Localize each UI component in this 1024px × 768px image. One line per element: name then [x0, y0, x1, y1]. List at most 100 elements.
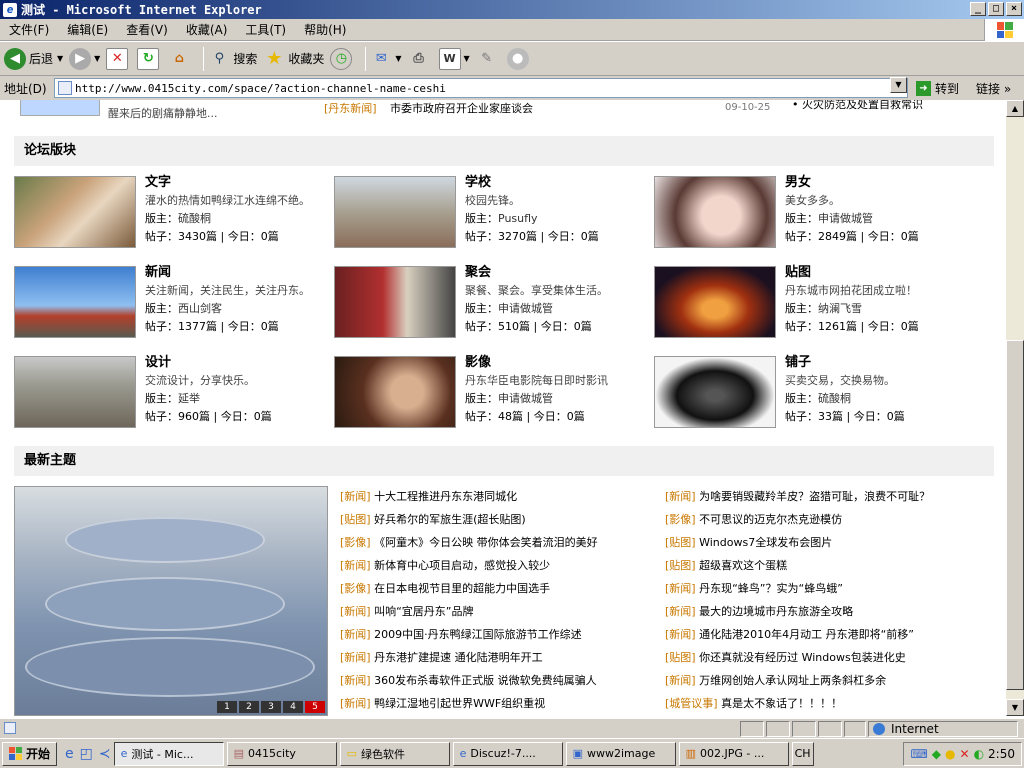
taskbar-task[interactable]: ▭ 绿色软件: [339, 741, 450, 766]
forum-thumbnail[interactable]: [654, 266, 776, 338]
forum-thumbnail[interactable]: [334, 266, 456, 338]
keyboard-icon[interactable]: ⌨: [910, 747, 927, 761]
forum-thumbnail[interactable]: [14, 356, 136, 428]
pager-item[interactable]: 3: [261, 701, 281, 713]
maximize-button[interactable]: □: [988, 2, 1004, 16]
topic-title[interactable]: 通化陆港2010年4月动工 丹东港即将“前移”: [699, 628, 914, 641]
topic-tag[interactable]: [贴图]: [665, 651, 696, 664]
forum-thumbnail[interactable]: [654, 356, 776, 428]
topic-tag[interactable]: [影像]: [340, 582, 371, 595]
topic-tag[interactable]: [新闻]: [340, 605, 371, 618]
shield-icon[interactable]: ◆: [932, 747, 941, 761]
forum-thumbnail[interactable]: [334, 356, 456, 428]
language-indicator[interactable]: CH: [791, 741, 814, 766]
topic-tag[interactable]: [新闻]: [340, 651, 371, 664]
topic-tag[interactable]: [新闻]: [340, 697, 371, 710]
forum-moderator[interactable]: 延举: [178, 392, 200, 405]
menu-help[interactable]: 帮助(H): [295, 21, 355, 38]
forum-moderator[interactable]: 硫酸桐: [818, 392, 851, 405]
forum-name[interactable]: 新闻: [145, 264, 345, 282]
topic-title[interactable]: 超级喜欢这个蛋糕: [699, 559, 787, 572]
forum-name[interactable]: 聚会: [465, 264, 665, 282]
taskbar-task[interactable]: ▥ 002.JPG - ...: [678, 741, 789, 766]
home-button[interactable]: ⌂: [168, 47, 193, 70]
pager-item[interactable]: 2: [239, 701, 259, 713]
topic-title[interactable]: 真是太不象话了！！！！: [721, 697, 842, 710]
topic-tag[interactable]: [贴图]: [340, 513, 371, 526]
forum-moderator[interactable]: 纳澜飞雪: [818, 302, 862, 315]
messenger-button[interactable]: ●: [506, 47, 532, 70]
topic-tag[interactable]: [城管议事]: [665, 697, 718, 710]
partial-left-text[interactable]: 醒来后的剧痛静静地...: [108, 105, 218, 121]
minimize-button[interactable]: _: [970, 2, 986, 16]
forum-name[interactable]: 学校: [465, 174, 665, 192]
taskbar-task[interactable]: ▣ www2image: [565, 741, 676, 766]
history-button[interactable]: ◷: [330, 47, 355, 70]
quicklaunch-ie-icon[interactable]: e: [65, 746, 74, 762]
topic-title[interactable]: 最大的边境城市丹东旅游全攻略: [699, 605, 853, 618]
taskbar-task[interactable]: e Discuz!-7....: [452, 741, 563, 766]
partial-right-text[interactable]: • 火灾防范及处置自救常识: [792, 100, 923, 112]
edit-button[interactable]: W ▼: [438, 47, 470, 70]
antivirus-icon[interactable]: ●: [945, 747, 955, 761]
pager-item[interactable]: 1: [217, 701, 237, 713]
topic-tag[interactable]: [影像]: [340, 536, 371, 549]
close-button[interactable]: ×: [1006, 2, 1022, 16]
topic-title[interactable]: 新体育中心项目启动，感觉投入较少: [374, 559, 550, 572]
partial-news-tag[interactable]: [丹东新闻]: [324, 100, 377, 116]
address-dropdown-icon[interactable]: ▼: [890, 77, 907, 93]
topic-title[interactable]: 叫响“宜居丹东”品牌: [374, 605, 473, 618]
topic-title[interactable]: 丹东现“蜂鸟”？实为“蜂鸟蛾”: [699, 582, 843, 595]
search-button[interactable]: ⚲ 搜索: [208, 47, 257, 70]
topic-title[interactable]: 好兵希尔的军旅生涯(超长贴图): [374, 513, 526, 526]
monitor-icon[interactable]: ◐: [974, 747, 984, 761]
forum-name[interactable]: 设计: [145, 354, 345, 372]
forum-moderator[interactable]: 申请做城管: [818, 212, 873, 225]
pager-item-active[interactable]: 5: [305, 701, 325, 713]
topic-tag[interactable]: [新闻]: [340, 674, 371, 687]
menu-tools[interactable]: 工具(T): [236, 21, 295, 38]
quicklaunch-media-icon[interactable]: ≺: [99, 746, 111, 762]
forum-thumbnail[interactable]: [334, 176, 456, 248]
back-button[interactable]: ◀ 后退 ▼: [4, 47, 63, 70]
menu-favorites[interactable]: 收藏(A): [177, 21, 237, 38]
topic-title[interactable]: 丹东港扩建提速 通化陆港明年开工: [374, 651, 543, 664]
partial-news-title[interactable]: 市委市政府召开企业家座谈会: [390, 100, 533, 116]
topic-title[interactable]: 在日本电视节目里的超能力中国选手: [374, 582, 550, 595]
forum-thumbnail[interactable]: [14, 266, 136, 338]
forum-thumbnail[interactable]: [14, 176, 136, 248]
scroll-down-icon[interactable]: ▼: [1006, 699, 1024, 716]
forum-name[interactable]: 文字: [145, 174, 345, 192]
forum-moderator[interactable]: 硫酸桐: [178, 212, 211, 225]
forum-moderator[interactable]: 西山剑客: [178, 302, 222, 315]
topic-title[interactable]: 2009中国·丹东鸭绿江国际旅游节工作综述: [374, 628, 582, 641]
topic-tag[interactable]: [新闻]: [665, 582, 696, 595]
topic-tag[interactable]: [新闻]: [665, 490, 696, 503]
topic-title[interactable]: 鸭绿江湿地引起世界WWF组织重视: [374, 697, 545, 710]
forum-name[interactable]: 贴图: [785, 264, 985, 282]
topic-tag[interactable]: [新闻]: [340, 490, 371, 503]
topic-title[interactable]: 为啥要销毁藏羚羊皮？盗猎可耻，浪费不可耻？: [699, 490, 930, 503]
forum-name[interactable]: 影像: [465, 354, 665, 372]
topic-title[interactable]: Windows7全球发布会图片: [699, 536, 832, 549]
mail-button[interactable]: ✉ ▼: [370, 47, 402, 70]
menu-view[interactable]: 查看(V): [117, 21, 177, 38]
topic-title[interactable]: 十大工程推进丹东东港同城化: [374, 490, 517, 503]
forum-name[interactable]: 男女: [785, 174, 985, 192]
topic-title[interactable]: 你还真就没有经历过 Windows包装进化史: [699, 651, 906, 664]
topic-tag[interactable]: [影像]: [665, 513, 696, 526]
topic-title[interactable]: 360发布杀毒软件正式版 说微软免费纯属骗人: [374, 674, 597, 687]
menu-edit[interactable]: 编辑(E): [58, 21, 117, 38]
links-button[interactable]: 链接 »: [976, 80, 1011, 97]
refresh-button[interactable]: ↻: [137, 47, 162, 70]
scroll-up-icon[interactable]: ▲: [1006, 100, 1024, 117]
network-icon[interactable]: ✕: [960, 747, 970, 761]
stop-button[interactable]: ✕: [106, 47, 131, 70]
forum-thumbnail[interactable]: [654, 176, 776, 248]
scroll-thumb[interactable]: [1006, 340, 1024, 690]
vertical-scrollbar[interactable]: ▲ ▼: [1006, 100, 1024, 716]
topic-tag[interactable]: [新闻]: [340, 628, 371, 641]
topic-title[interactable]: 万维网创始人承认网址上两条斜杠多余: [699, 674, 886, 687]
start-button[interactable]: 开始: [2, 741, 58, 766]
topic-tag[interactable]: [新闻]: [340, 559, 371, 572]
